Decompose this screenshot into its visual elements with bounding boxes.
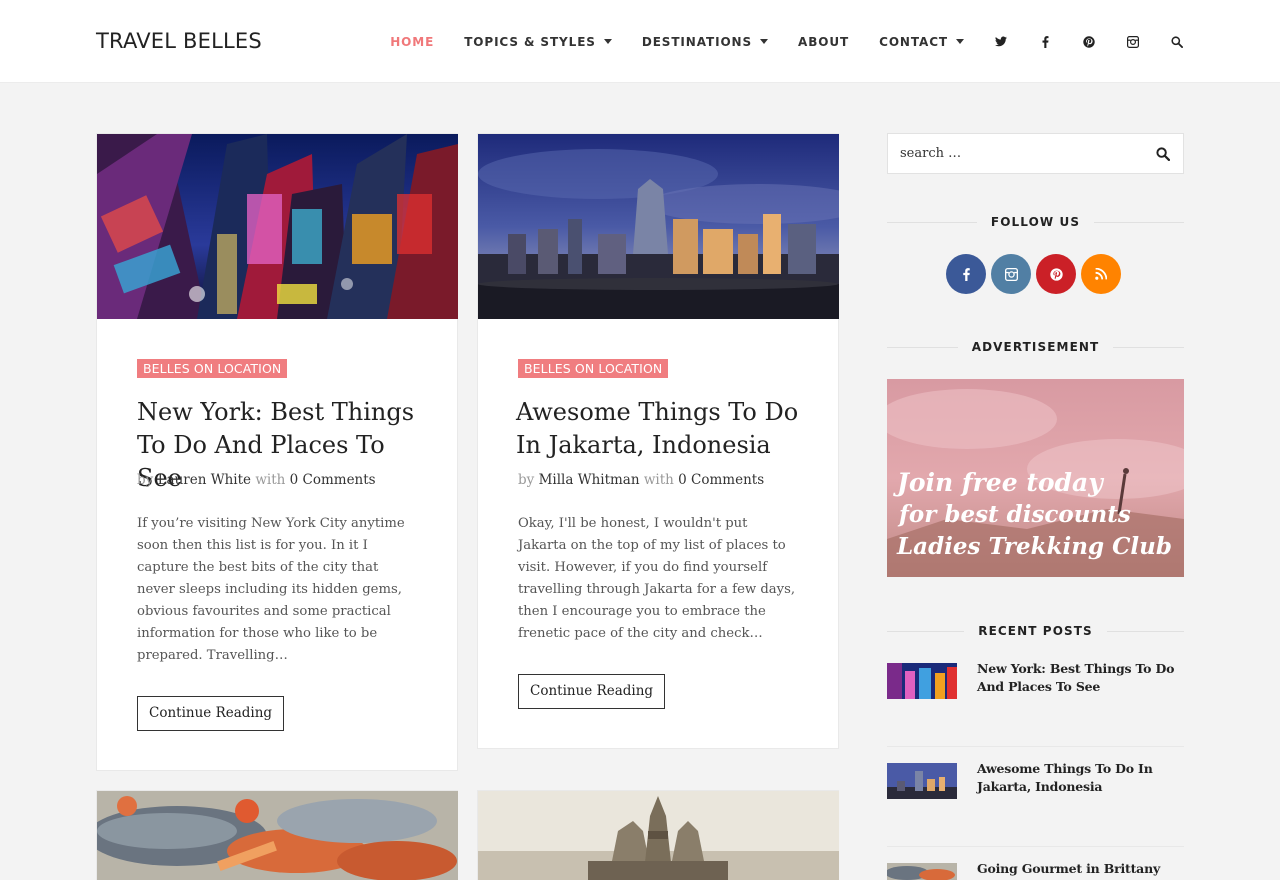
post-image-jakarta[interactable] [478,134,839,319]
rss-button[interactable] [1081,254,1121,294]
recent-post-thumbnail[interactable] [887,763,957,799]
nav-about-label: ABOUT [798,34,850,49]
recent-posts-label: RECENT POSTS [978,624,1093,638]
main-nav: HOME TOPICS & STYLES DESTINATIONS ABOUT … [360,0,1184,83]
post-excerpt: Okay, I'll be honest, I wouldn't put Jak… [518,516,796,641]
search-form: search … [887,133,1184,174]
pinterest-icon[interactable] [1082,35,1096,49]
site-header: TRAVEL BELLES HOME TOPICS & STYLES DESTI… [0,0,1280,83]
post-comments-link[interactable]: 0 Comments [678,472,764,488]
post-meta: by Lauren White with 0 Comments [137,472,376,489]
post-card: BELLES ON LOCATION New York: Best Things… [96,133,458,771]
caret-down-icon [956,39,964,44]
instagram-icon [1004,267,1018,281]
search-icon[interactable] [1170,35,1184,49]
recent-posts-title: RECENT POSTS [887,623,1184,639]
pinterest-button[interactable] [1036,254,1076,294]
post-title[interactable]: Awesome Things To Do In Jakarta, Indones… [516,396,816,462]
nav-topics-styles[interactable]: TOPICS & STYLES [464,35,612,49]
post-comments-link[interactable]: 0 Comments [290,472,376,488]
nav-destinations-label: DESTINATIONS [641,34,753,49]
post-image-seafood[interactable] [97,791,458,880]
follow-us-label: FOLLOW US [990,215,1081,229]
meta-with: with [255,472,286,488]
post-author-link[interactable]: Lauren White [158,472,251,488]
post-card: BELLES ON LOCATION Awesome Things To Do … [477,133,839,749]
recent-post-thumbnail[interactable] [887,663,957,699]
recent-post-item[interactable]: Awesome Things To Do In Jakarta, Indones… [887,747,1184,847]
post-category-badge[interactable]: BELLES ON LOCATION [518,359,669,378]
post-image-new-york[interactable] [97,134,458,319]
follow-us-title: FOLLOW US [887,214,1184,230]
ad-text-line-3: Ladies Trekking Club [896,533,1172,560]
post-author-link[interactable]: Milla Whitman [539,472,640,488]
recent-post-thumbnail[interactable] [887,863,957,880]
post-category-badge[interactable]: BELLES ON LOCATION [137,359,288,378]
nav-topics-label: TOPICS & STYLES [464,34,596,49]
post-image-angkor[interactable] [478,791,839,880]
recent-post-title[interactable]: Awesome Things To Do In Jakarta, Indones… [977,760,1184,796]
facebook-icon[interactable] [1038,35,1052,49]
meta-by: by [518,472,535,488]
continue-reading-button[interactable]: Continue Reading [137,696,285,731]
facebook-icon [962,267,970,281]
advertisement-banner[interactable]: Join free today for best discounts Ladie… [887,379,1184,577]
recent-post-title[interactable]: New York: Best Things To Do And Places T… [977,660,1184,696]
site-logo[interactable]: TRAVEL BELLES [96,28,262,54]
caret-down-icon [760,39,769,44]
post-excerpt: If you’re visiting New York City anytime… [137,516,405,663]
nav-destinations[interactable]: DESTINATIONS [641,34,769,49]
post-card [477,790,839,880]
search-icon [1156,147,1171,162]
search-submit-button[interactable] [1153,144,1173,164]
recent-post-item[interactable]: Going Gourmet in Brittany [887,847,1184,880]
nav-contact-label: CONTACT [879,34,948,49]
instagram-icon[interactable] [1126,35,1140,49]
twitter-icon[interactable] [994,35,1008,49]
post-meta: by Milla Whitman with 0 Comments [518,472,764,489]
social-buttons [946,254,1126,294]
nav-home[interactable]: HOME [390,35,434,49]
rss-icon [1095,268,1107,280]
instagram-button[interactable] [991,254,1031,294]
continue-reading-button[interactable]: Continue Reading [518,674,666,709]
nav-contact[interactable]: CONTACT [879,35,964,49]
ad-text-line-1: Join free today [893,468,1104,497]
recent-post-title[interactable]: Going Gourmet in Brittany [977,860,1184,878]
meta-by: by [137,472,154,488]
nav-home-label: HOME [390,34,435,49]
recent-post-item[interactable]: New York: Best Things To Do And Places T… [887,647,1184,747]
advertisement-label: ADVERTISEMENT [971,340,1100,354]
post-card [96,790,458,880]
search-input[interactable]: search … [900,146,961,162]
meta-with: with [643,472,674,488]
caret-down-icon [603,39,612,44]
nav-about[interactable]: ABOUT [798,35,849,49]
pinterest-icon [1049,267,1063,281]
facebook-button[interactable] [946,254,986,294]
ad-text-line-2: for best discounts [897,501,1131,528]
advertisement-title: ADVERTISEMENT [887,339,1184,355]
